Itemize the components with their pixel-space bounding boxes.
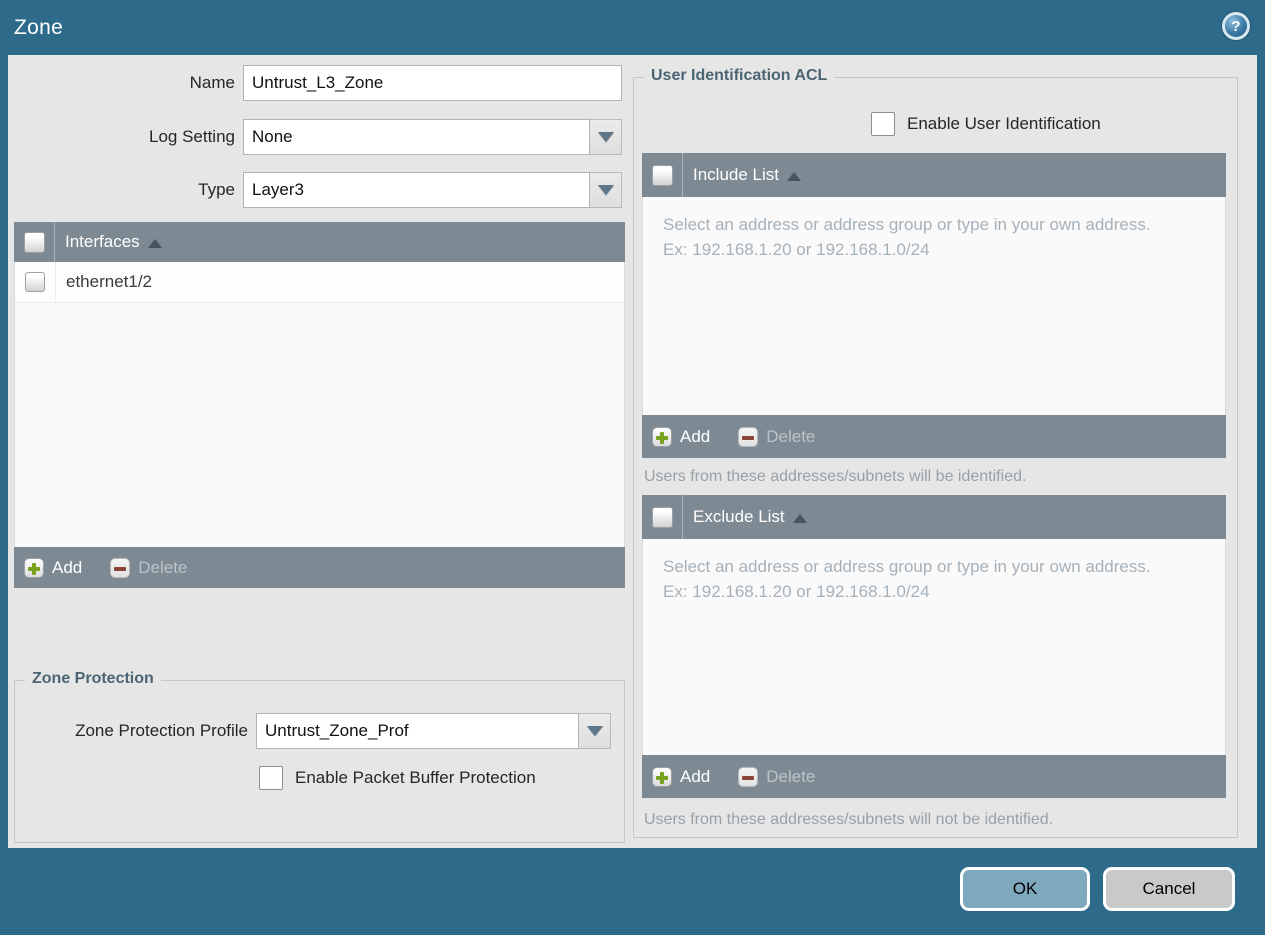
plus-icon (24, 557, 44, 578)
zone-protection-legend: Zone Protection (25, 670, 161, 688)
interfaces-column-header: Interfaces (65, 232, 140, 251)
interfaces-header: Interfaces (14, 222, 625, 262)
include-list-placeholder: Select an address or address group or ty… (663, 215, 1151, 259)
name-label: Name (189, 73, 235, 92)
log-setting-row: Log Setting (8, 119, 630, 155)
delete-button[interactable]: Delete (738, 426, 816, 447)
include-list-caption: Users from these addresses/subnets will … (644, 468, 1027, 485)
help-icon[interactable]: ? (1222, 12, 1250, 40)
exclude-list-body[interactable]: Select an address or address group or ty… (642, 539, 1226, 755)
plus-icon (652, 426, 672, 447)
delete-button-label: Delete (766, 766, 816, 786)
sort-asc-icon[interactable] (792, 513, 807, 523)
enable-user-identification-checkbox[interactable] (871, 112, 895, 136)
add-button[interactable]: Add (652, 766, 711, 787)
exclude-list-placeholder: Select an address or address group or ty… (663, 557, 1151, 601)
enable-user-identification-row: Enable User Identification (871, 112, 1101, 136)
sort-asc-icon[interactable] (147, 238, 162, 248)
interfaces-panel: Interfaces ethernet1/2 Add Delete (14, 222, 625, 588)
chevron-down-icon (586, 726, 603, 736)
type-input[interactable] (243, 172, 590, 208)
cancel-button[interactable]: Cancel (1103, 867, 1235, 911)
include-list-column-header: Include List (693, 165, 779, 184)
row-checkbox[interactable] (25, 272, 45, 292)
chevron-down-icon (597, 132, 614, 142)
zone-protection-profile-row: Zone Protection Profile (15, 713, 620, 749)
type-row: Type (8, 172, 630, 208)
add-button-label: Add (680, 426, 711, 446)
minus-icon (738, 426, 759, 447)
exclude-list-header: Exclude List (642, 495, 1226, 539)
include-list-header: Include List (642, 153, 1226, 197)
minus-icon (738, 766, 759, 787)
exclude-select-all-checkbox[interactable] (651, 506, 673, 528)
delete-button-label: Delete (138, 557, 188, 577)
zone-protection-profile-dropdown-button[interactable] (579, 713, 611, 749)
interfaces-toolbar: Add Delete (14, 547, 625, 588)
zone-protection-section: Zone Protection Zone Protection Profile … (14, 670, 625, 843)
add-button-label: Add (52, 557, 83, 577)
ok-button[interactable]: OK (960, 867, 1090, 911)
user-identification-acl-legend: User Identification ACL (644, 67, 835, 85)
zone-dialog-window: Zone ? Name Log Setting Type (0, 0, 1265, 935)
delete-button[interactable]: Delete (738, 766, 816, 787)
row-checkbox-cell (15, 262, 56, 302)
plus-icon (652, 766, 672, 787)
enable-packet-buffer-protection-checkbox[interactable] (259, 766, 283, 790)
sort-asc-icon[interactable] (787, 171, 801, 181)
name-input[interactable] (243, 65, 622, 101)
enable-packet-buffer-protection-label: Enable Packet Buffer Protection (295, 768, 536, 787)
delete-button-label: Delete (766, 426, 816, 446)
chevron-down-icon (597, 185, 614, 195)
include-header-checkbox-cell (642, 153, 683, 197)
exclude-list-panel: Exclude List Select an address or addres… (642, 495, 1226, 798)
dialog-title: Zone (14, 15, 64, 39)
log-setting-input[interactable] (243, 119, 590, 155)
interfaces-select-all-checkbox[interactable] (23, 231, 45, 253)
table-row[interactable]: ethernet1/2 (15, 262, 624, 303)
dialog-titlebar: Zone ? (0, 0, 1265, 55)
zone-protection-profile-label: Zone Protection Profile (75, 721, 248, 740)
type-dropdown-button[interactable] (590, 172, 622, 208)
exclude-header-checkbox-cell (642, 495, 683, 539)
user-identification-acl-section: User Identification ACL Enable User Iden… (633, 67, 1238, 838)
zone-protection-profile-input[interactable] (256, 713, 579, 749)
exclude-list-column-header: Exclude List (693, 507, 785, 526)
exclude-list-caption: Users from these addresses/subnets will … (644, 811, 1054, 828)
log-setting-dropdown-button[interactable] (590, 119, 622, 155)
add-button[interactable]: Add (24, 557, 83, 578)
exclude-list-toolbar: Add Delete (642, 755, 1226, 798)
interfaces-header-checkbox-cell (14, 222, 55, 262)
interfaces-list: ethernet1/2 (14, 262, 625, 547)
minus-icon (110, 557, 131, 578)
enable-user-identification-label: Enable User Identification (907, 114, 1101, 133)
include-select-all-checkbox[interactable] (651, 164, 673, 186)
include-list-toolbar: Add Delete (642, 415, 1226, 458)
type-label: Type (198, 180, 235, 199)
name-row: Name (8, 65, 630, 101)
include-list-panel: Include List Select an address or addres… (642, 153, 1226, 458)
add-button-label: Add (680, 766, 711, 786)
include-list-body[interactable]: Select an address or address group or ty… (642, 197, 1226, 415)
interface-name: ethernet1/2 (66, 272, 153, 291)
add-button[interactable]: Add (652, 426, 711, 447)
dialog-body: Name Log Setting Type (8, 55, 1257, 848)
delete-button[interactable]: Delete (110, 557, 188, 578)
packet-buffer-row: Enable Packet Buffer Protection (259, 766, 536, 790)
log-setting-label: Log Setting (148, 127, 235, 146)
